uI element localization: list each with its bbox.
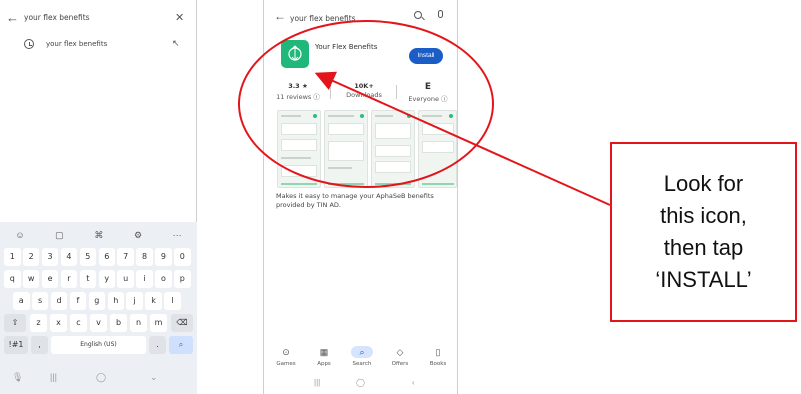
instruction-text: Look for this icon, then tap ‘INSTALL’	[655, 171, 752, 292]
instruction-callout: Look for this icon, then tap ‘INSTALL’	[610, 142, 797, 322]
